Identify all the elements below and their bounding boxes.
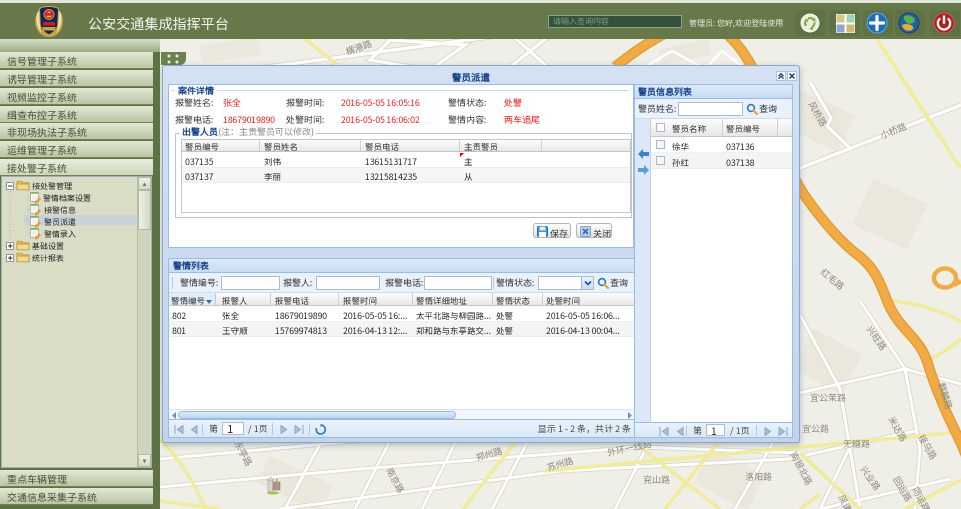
svg-text:洛阳路: 洛阳路	[745, 470, 772, 483]
svg-text:宜公路: 宜公路	[802, 422, 829, 435]
svg-text:无糖路: 无糖路	[843, 437, 870, 450]
svg-text:兖山路: 兖山路	[643, 473, 670, 486]
svg-text:宜公茉路: 宜公茉路	[810, 391, 846, 404]
